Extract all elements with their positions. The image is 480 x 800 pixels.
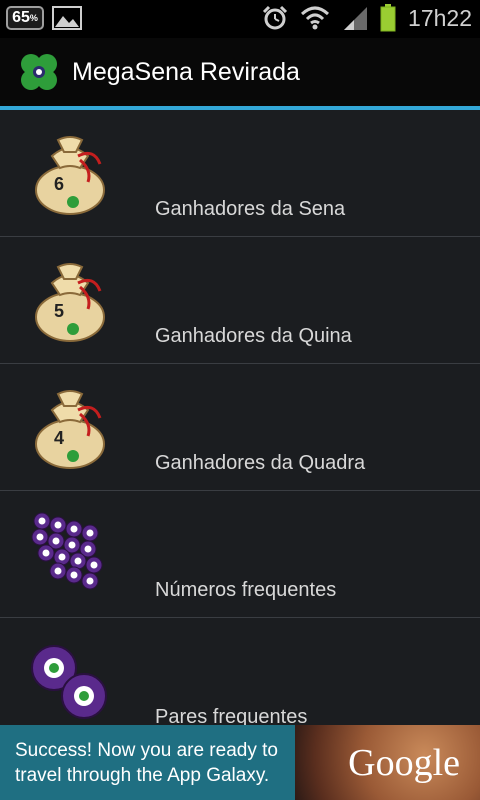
bag-number: 5	[54, 301, 64, 321]
clover-app-icon[interactable]	[18, 52, 60, 94]
app-title: MegaSena Revirada	[72, 58, 300, 86]
list-item-label: Ganhadores da Quina	[155, 325, 352, 347]
money-bag-4-icon: 4	[35, 390, 105, 469]
list-item-label: Ganhadores da Quadra	[155, 452, 366, 474]
image-notification-icon	[52, 6, 82, 30]
list-item-quadra[interactable]: 4 Ganhadores da Quadra	[0, 364, 480, 491]
action-bar: MegaSena Revirada	[0, 38, 480, 106]
list-item-label: Números frequentes	[155, 579, 337, 601]
battery-notification-icon: 65%	[6, 6, 44, 30]
bag-number: 4	[54, 428, 64, 448]
list-item-label: Pares frequentes	[155, 706, 308, 725]
two-balls-icon	[31, 645, 107, 719]
list-item-pares-frequentes[interactable]: Pares frequentes	[0, 618, 480, 725]
status-bar: 65% 17h22	[0, 0, 480, 38]
ad-banner[interactable]: Success! Now you are ready to travel thr…	[0, 725, 480, 800]
wifi-icon	[301, 6, 330, 30]
list-item-label: Ganhadores da Sena	[155, 198, 346, 220]
system-icons: 17h22	[262, 4, 472, 32]
ad-message: Success! Now you are ready to travel thr…	[15, 740, 278, 786]
bag-number: 6	[54, 174, 64, 194]
battery-badge-unit: %	[29, 13, 38, 23]
money-bag-6-icon: 6	[35, 136, 105, 215]
list-item-numeros-frequentes[interactable]: Números frequentes	[0, 491, 480, 618]
alarm-icon	[262, 5, 288, 30]
lottery-balls-icon	[31, 512, 103, 590]
list-item-quina[interactable]: 5 Ganhadores da Quina	[0, 237, 480, 364]
notification-icons: 65%	[6, 6, 82, 30]
signal-icon	[344, 7, 368, 30]
battery-icon	[380, 4, 396, 32]
money-bag-5-icon: 5	[35, 263, 105, 342]
battery-badge-value: 65	[12, 9, 30, 26]
menu-list: 6 Ganhadores da Sena 5 Ganhadores da Qui…	[0, 110, 480, 725]
status-clock: 17h22	[408, 4, 472, 31]
list-item-sena[interactable]: 6 Ganhadores da Sena	[0, 110, 480, 237]
google-logo: Google	[348, 742, 460, 784]
